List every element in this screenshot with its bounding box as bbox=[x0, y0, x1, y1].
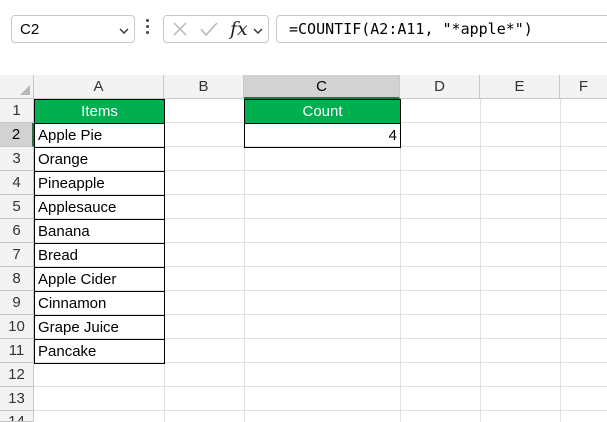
row-header-4[interactable]: 4 bbox=[0, 171, 34, 195]
more-vertical-icon[interactable] bbox=[146, 19, 150, 35]
column-header-a[interactable]: A bbox=[34, 75, 164, 99]
item-cell[interactable]: Applesauce bbox=[34, 195, 165, 220]
formula-input[interactable]: =COUNTIF(A2:A11, "*apple*") bbox=[276, 15, 607, 43]
item-cell[interactable]: Grape Juice bbox=[34, 315, 165, 340]
select-all-triangle-icon bbox=[20, 85, 30, 95]
formula-controls: fx bbox=[163, 15, 269, 43]
row-header-14[interactable]: 14 bbox=[0, 411, 34, 422]
column-header-d[interactable]: D bbox=[400, 75, 480, 99]
item-cell[interactable]: Apple Pie bbox=[34, 123, 165, 148]
items-header-cell[interactable]: Items bbox=[34, 99, 165, 124]
item-cell[interactable]: Pineapple bbox=[34, 171, 165, 196]
gridline bbox=[34, 386, 607, 387]
column-header-c[interactable]: C bbox=[244, 75, 400, 99]
insert-function-button[interactable]: fx bbox=[230, 18, 248, 40]
item-cell[interactable]: Banana bbox=[34, 219, 165, 244]
cancel-icon[interactable] bbox=[172, 21, 188, 42]
item-cell[interactable]: Cinnamon bbox=[34, 291, 165, 316]
worksheet-grid: A B C D E F 1 2 3 4 5 6 7 8 9 10 11 12 1… bbox=[0, 75, 607, 422]
gridline bbox=[34, 410, 607, 411]
chevron-down-icon[interactable] bbox=[252, 24, 264, 42]
row-header-12[interactable]: 12 bbox=[0, 363, 34, 387]
row-header-5[interactable]: 5 bbox=[0, 195, 34, 219]
row-header-9[interactable]: 9 bbox=[0, 291, 34, 315]
column-header-e[interactable]: E bbox=[480, 75, 560, 99]
row-header-13[interactable]: 13 bbox=[0, 387, 34, 411]
row-header-6[interactable]: 6 bbox=[0, 219, 34, 243]
name-box[interactable]: C2 bbox=[11, 15, 135, 43]
row-header-1[interactable]: 1 bbox=[0, 99, 34, 123]
column-header-f[interactable]: F bbox=[560, 75, 607, 99]
row-header-7[interactable]: 7 bbox=[0, 243, 34, 267]
row-header-2[interactable]: 2 bbox=[0, 123, 34, 147]
name-box-value: C2 bbox=[20, 21, 40, 38]
row-header-10[interactable]: 10 bbox=[0, 315, 34, 339]
column-header-b[interactable]: B bbox=[164, 75, 244, 99]
row-header-3[interactable]: 3 bbox=[0, 147, 34, 171]
check-icon[interactable] bbox=[200, 21, 218, 42]
row-header-8[interactable]: 8 bbox=[0, 267, 34, 291]
item-cell[interactable]: Bread bbox=[34, 243, 165, 268]
item-cell[interactable]: Orange bbox=[34, 147, 165, 172]
gridline bbox=[560, 99, 561, 422]
row-header-11[interactable]: 11 bbox=[0, 339, 34, 363]
formula-bar: C2 fx =COUNTIF(A2:A11, "*apple*") bbox=[0, 0, 607, 59]
item-cell[interactable]: Pancake bbox=[34, 339, 165, 364]
item-cell[interactable]: Apple Cider bbox=[34, 267, 165, 292]
select-all-button[interactable] bbox=[0, 75, 34, 99]
gridline bbox=[480, 99, 481, 422]
chevron-down-icon[interactable] bbox=[118, 24, 130, 42]
formula-text: =COUNTIF(A2:A11, "*apple*") bbox=[289, 20, 533, 38]
count-header-cell[interactable]: Count bbox=[244, 99, 401, 124]
count-value-cell[interactable]: 4 bbox=[244, 123, 401, 148]
